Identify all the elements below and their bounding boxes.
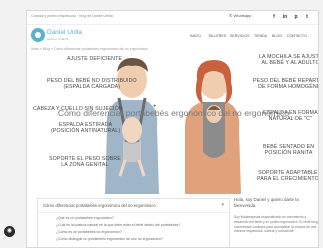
facebook-icon[interactable]: f	[270, 13, 278, 21]
hero-illustration: AJUSTE DEFICIENTE PESO DEL BEBÉ NO DISTR…	[27, 52, 318, 194]
cursor-icon: +	[153, 104, 157, 110]
toc-item[interactable]: ¿Cómo es un portabebés no ergonómico?	[56, 230, 122, 234]
note-peso-no-distribuido: PESO DEL BEBÉ NO DISTRIBUIDO (ESPALDA CA…	[47, 78, 137, 91]
note-soporte-adaptable: SOPORTE ADAPTABLE PARA EL CRECIMIENTO	[257, 170, 319, 183]
whatsapp-link[interactable]: ✆ Whatsapp	[229, 13, 252, 18]
top-bar: Crianza y porteo respetuoso · blog de Da…	[27, 11, 318, 25]
welcome-text: Soy fisioterapeuta especializado en crec…	[234, 215, 318, 234]
website-frame: Crianza y porteo respetuoso · blog de Da…	[26, 10, 319, 248]
twitter-icon[interactable]: t	[303, 13, 311, 21]
nav-contacto[interactable]: CONTACTO	[287, 34, 307, 38]
welcome-heading: Hola, soy Daniel y quiero darte la bienv…	[234, 197, 299, 208]
table-of-contents: Cómo diferenciar portabebés ergonómico d…	[37, 198, 230, 247]
toc-item[interactable]: ¿Cuál es la postura natural en la que de…	[56, 223, 180, 227]
page-title: Cómo diferenciar portabebés ergonómico d…	[57, 108, 290, 118]
toc-toggle-icon[interactable]: ▾	[221, 202, 224, 208]
note-mochila-ajusta: LA MOCHILA SE AJUSTA AL BEBÉ Y AL ADULTO	[259, 54, 319, 67]
toc-item[interactable]: ¿Cómo distinguir un portabebés ergonómic…	[56, 237, 163, 241]
toc-divider	[38, 212, 229, 213]
chat-bubble-icon[interactable]: ◉	[4, 226, 15, 237]
welcome-sidebar: Hola, soy Daniel y quiero darte la bienv…	[232, 194, 318, 247]
toc-item[interactable]: ¿Qué es un portabebés ergonómico?	[56, 216, 114, 220]
nav-servicios[interactable]: SERVICIOS	[230, 34, 250, 38]
note-posicion-ranita: BEBÉ SENTADO EN POSICIÓN RANITA	[263, 144, 315, 157]
pinterest-icon[interactable]: p	[292, 13, 300, 21]
mother-figure	[185, 60, 241, 194]
note-espalda-estirada: ESPALDA ESTIRADA (POSICIÓN ANTINATURAL)	[51, 122, 121, 135]
nav-blog[interactable]: BLOG	[272, 34, 282, 38]
nav-tienda[interactable]: TIENDA	[254, 34, 267, 38]
whatsapp-label: Whatsapp	[233, 13, 252, 18]
note-ajuste-deficiente: AJUSTE DEFICIENTE	[67, 56, 122, 62]
note-peso-repartido: PESO DEL BEBÉ REPARTIDO DE FORMA HOMOGÉN…	[253, 78, 319, 91]
logo-icon[interactable]	[31, 28, 45, 42]
page-background: Crianza y porteo respetuoso · blog de Da…	[0, 0, 323, 248]
logo-tagline: porteo y crianza	[47, 37, 69, 41]
toc-title: Cómo diferenciar portabebés ergonómico d…	[43, 203, 156, 208]
nav-inicio[interactable]: INICIO	[190, 34, 201, 38]
nav-talleres[interactable]: TALLERES	[208, 34, 226, 38]
note-zona-genital: SOPORTE EL PESO SOBRE LA ZONA GENITAL	[49, 156, 121, 169]
linkedin-icon[interactable]: in	[281, 13, 289, 21]
top-bar-note: Crianza y porteo respetuoso · blog de Da…	[31, 14, 113, 18]
site-header: Daniel Urilla porteo y crianza INICIO TA…	[27, 24, 318, 46]
whatsapp-icon: ✆	[229, 13, 233, 18]
breadcrumb[interactable]: Inicio » Blog » Cómo diferenciar portabe…	[31, 47, 148, 51]
logo-name[interactable]: Daniel Urilla	[47, 29, 82, 36]
